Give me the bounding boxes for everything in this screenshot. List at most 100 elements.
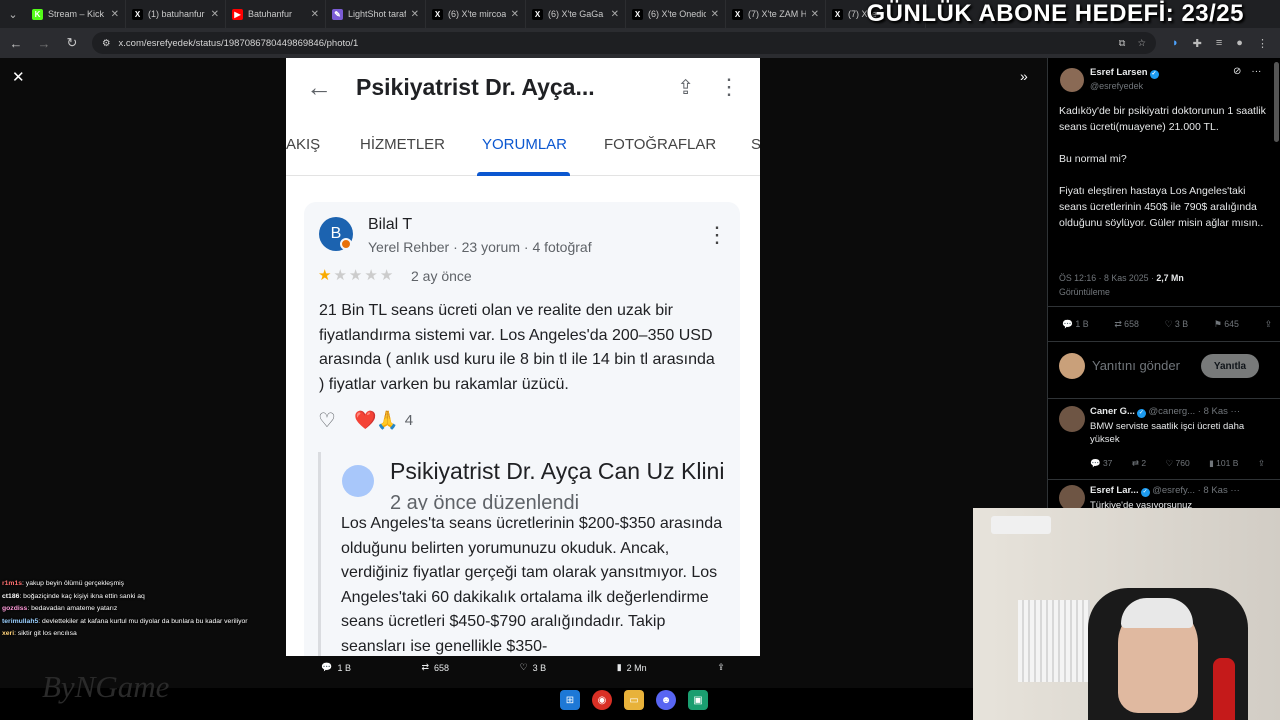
place-tabs: AKIŞ HİZMETLER YORUMLAR FOTOĞRAFLAR S xyxy=(286,116,760,176)
owner-reply-text: Los Angeles'ta seans ücretlerinin $200-$… xyxy=(341,515,723,655)
chat-text: : siktir git los encılısa xyxy=(14,630,77,637)
tab-close-icon[interactable]: ✕ xyxy=(211,9,219,20)
tab-favicon-icon: X xyxy=(732,8,743,20)
tab-fotograflar: FOTOĞRAFLAR xyxy=(604,136,717,153)
windows-start-icon[interactable]: ⊞ xyxy=(560,690,580,710)
more-options-icon: ··· xyxy=(1230,485,1240,496)
browser-tab[interactable]: X (7) X'te ZAM H ✕ xyxy=(726,0,826,28)
review-screenshot: ← Psikiyatrist Dr. Ayça... ⇪ ⋮ AKIŞ HİZM… xyxy=(286,58,760,656)
reply-repost-button[interactable]: ⇄ 2 xyxy=(1132,458,1146,469)
views-icon: ▮ xyxy=(616,662,622,672)
tab-search-icon[interactable]: ⌄ xyxy=(0,0,26,28)
viewer-reply-button[interactable]: 💬 1 B xyxy=(321,662,351,673)
tweet-actions: 💬 1 B ⇄ 658 ♡ 3 B ⚑ 645 ⇪ xyxy=(1062,319,1272,330)
profile-avatar-icon[interactable]: ● xyxy=(1236,37,1243,50)
grok-icon[interactable]: ⊘ xyxy=(1233,66,1241,77)
tab-title: Stream – Kick xyxy=(48,9,105,19)
tab-close-icon[interactable]: ✕ xyxy=(411,9,419,20)
tab-title: LightShot taraf xyxy=(348,9,406,19)
reload-icon[interactable]: ↻ xyxy=(64,35,80,51)
tab-favicon-icon: X xyxy=(132,8,143,20)
tab-favicon-icon: X xyxy=(632,8,643,20)
tab-close-icon[interactable]: ✕ xyxy=(811,9,819,20)
file-explorer-icon[interactable]: ▭ xyxy=(624,690,644,710)
chat-message: terimullah5: devlettekiler at kafana kur… xyxy=(2,616,262,629)
user-avatar xyxy=(1059,353,1085,379)
browser-menu-icon[interactable]: ⋮ xyxy=(1257,37,1268,50)
browser-tab[interactable]: X (1) batuhanfur ✕ xyxy=(126,0,226,28)
viewer-views-button[interactable]: ▮ 2 Mn xyxy=(617,662,647,673)
tab-close-icon[interactable]: ✕ xyxy=(511,9,519,20)
viewer-stats: 💬 1 B ⇄ 658 ♡ 3 B ▮ 2 Mn ⇪ xyxy=(286,662,760,673)
close-icon[interactable]: ✕ xyxy=(12,68,25,86)
browser-tab[interactable]: ▶ Batuhanfur ✕ xyxy=(226,0,326,28)
reaction-emojis: ❤️🙏 xyxy=(353,410,399,430)
bookmark-button[interactable]: ⚑ 645 xyxy=(1214,319,1239,330)
install-app-icon[interactable]: ⧉ xyxy=(1119,38,1126,49)
url-text: x.com/esrefyedek/status/1987086780449869… xyxy=(118,37,359,49)
chrome-icon[interactable]: ◉ xyxy=(592,690,612,710)
divider xyxy=(1048,306,1280,307)
reply-reply-button[interactable]: 💬 37 xyxy=(1090,458,1112,469)
chat-user: r1m1s xyxy=(2,580,23,587)
browser-tab[interactable]: K Stream – Kick ✕ xyxy=(26,0,126,28)
extensions-puzzle-icon[interactable]: ✚ xyxy=(1193,37,1202,50)
viewer-like-count: 3 B xyxy=(532,662,547,673)
app-icon[interactable]: ▣ xyxy=(688,690,708,710)
forward-icon[interactable]: → xyxy=(36,36,52,51)
author-handle[interactable]: @esrefyedek xyxy=(1090,81,1143,91)
browser-tab[interactable]: X (6) X'te GaGa ✕ xyxy=(526,0,626,28)
repost-button[interactable]: ⇄ 658 xyxy=(1114,319,1139,330)
reply-avatar[interactable] xyxy=(1059,406,1085,432)
review-card: B Bilal T Yerel Rehber · 23 yorum · 4 fo… xyxy=(304,202,740,656)
chat-text: : devlettekiler at kafana kurtul mu diyo… xyxy=(38,617,248,625)
tweet-text: Kadıköy'de bir psikiyatri doktorunun 1 s… xyxy=(1059,105,1266,229)
reading-list-icon[interactable]: ≡ xyxy=(1216,37,1222,50)
viewer-repost-button[interactable]: ⇄ 658 xyxy=(422,662,450,673)
reply-button[interactable]: 💬 1 B xyxy=(1062,319,1089,330)
divider xyxy=(1048,479,1280,480)
author-name[interactable]: Esref Larsen ✓ xyxy=(1090,67,1159,79)
owner-avatar-icon xyxy=(342,465,374,497)
browser-tab[interactable]: X (6) X'te Onedic ✕ xyxy=(626,0,726,28)
reviewer-name: Bilal T xyxy=(368,216,413,233)
address-bar[interactable]: ⚙ x.com/esrefyedek/status/19870867804498… xyxy=(92,32,1156,54)
tab-favicon-icon: X xyxy=(432,8,443,20)
viewer-like-button[interactable]: ♡ 3 B xyxy=(520,662,547,673)
browser-tab[interactable]: X (6) X'te mircoa ✕ xyxy=(426,0,526,28)
repost-icon: ⇄ xyxy=(421,662,430,672)
tab-title: (6) X'te Onedic xyxy=(648,9,706,19)
like-button[interactable]: ♡ 3 B xyxy=(1165,319,1189,330)
reply-input[interactable]: Yanıtını gönder xyxy=(1092,358,1180,373)
reply-submit-button[interactable]: Yanıtla xyxy=(1201,354,1259,378)
reply-divider xyxy=(318,452,321,656)
reply-views-button[interactable]: ▮ 101 B xyxy=(1209,458,1238,469)
discord-icon[interactable]: ☻ xyxy=(656,690,676,710)
subscriber-goal-overlay: GÜNLÜK ABONE HEDEFİ: 23/25 xyxy=(866,0,1244,27)
more-options-icon[interactable]: ··· xyxy=(1251,66,1261,77)
share-icon[interactable]: ⇪ xyxy=(1265,319,1272,330)
chat-user: terimullah5 xyxy=(2,617,39,625)
more-options-icon: ··· xyxy=(1230,406,1241,417)
taskbar: ⊞ ◉ ▭ ☻ ▣ xyxy=(560,690,708,710)
browser-tab[interactable]: ✎ LightShot taraf ✕ xyxy=(326,0,426,28)
viewer-share-icon[interactable]: ⇪ xyxy=(717,662,725,673)
reply-like-button[interactable]: ♡ 760 xyxy=(1166,458,1190,469)
chat-message: gozdiss: bedavadan amateme yatarız xyxy=(2,603,262,616)
extension-icon[interactable]: ◗ xyxy=(1172,37,1179,50)
scrollbar[interactable] xyxy=(1274,62,1279,142)
tab-favicon-icon: ✎ xyxy=(332,8,343,20)
author-avatar[interactable] xyxy=(1060,68,1084,92)
star-icon: ★ xyxy=(348,267,365,284)
back-icon[interactable]: ← xyxy=(8,36,24,51)
like-icon: ♡ xyxy=(519,662,528,672)
tab-close-icon[interactable]: ✕ xyxy=(311,9,319,20)
reply-share-icon[interactable]: ⇪ xyxy=(1258,458,1265,469)
tab-close-icon[interactable]: ✕ xyxy=(111,9,119,20)
bookmark-star-icon[interactable]: ☆ xyxy=(1137,38,1146,49)
expand-panel-icon[interactable]: » xyxy=(1020,68,1028,84)
tab-close-icon[interactable]: ✕ xyxy=(611,9,619,20)
site-info-icon[interactable]: ⚙ xyxy=(102,38,111,49)
tab-close-icon[interactable]: ✕ xyxy=(711,9,719,20)
tab-more: S xyxy=(751,136,760,153)
